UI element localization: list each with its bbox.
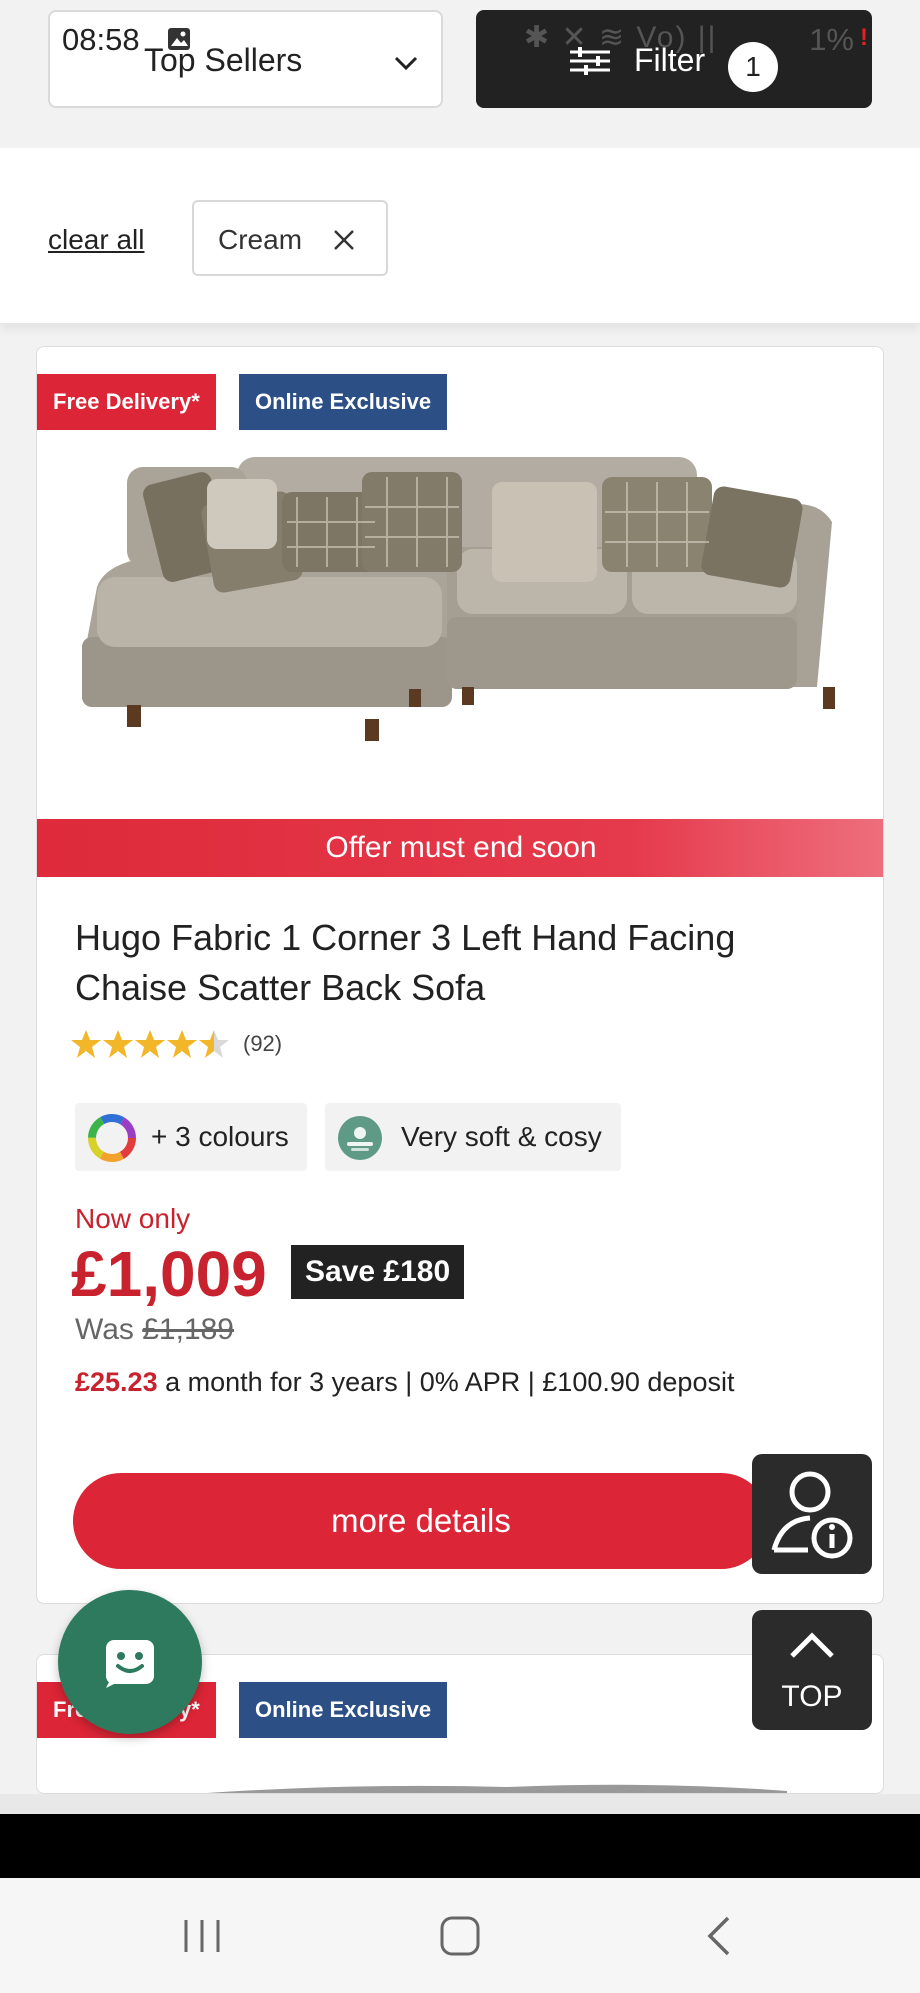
product-card[interactable]: Free Delivery* Online Exclusive Offer mu…	[36, 346, 884, 1604]
status-time: 08:58	[62, 22, 140, 57]
colours-option[interactable]: + 3 colours	[75, 1103, 307, 1171]
product-image[interactable]	[57, 437, 877, 757]
comfort-info: Very soft & cosy	[325, 1103, 621, 1171]
finance-amount: £25.23	[75, 1367, 158, 1397]
online-exclusive-badge: Online Exclusive	[239, 1682, 448, 1738]
free-delivery-badge: Free Delivery*	[37, 374, 216, 430]
now-only-label: Now only	[75, 1203, 191, 1234]
system-navigation-bar	[0, 1878, 920, 1993]
chat-smiley-icon	[106, 1640, 154, 1688]
finance-info: £25.23 a month for 3 years | 0% APR | £1…	[75, 1367, 734, 1398]
close-icon[interactable]	[332, 228, 356, 252]
current-price: £1,009	[71, 1238, 267, 1310]
comfort-icon	[338, 1116, 382, 1160]
was-prefix: Was	[75, 1313, 134, 1346]
chevron-up-icon	[790, 1632, 834, 1658]
home-icon[interactable]	[436, 1908, 484, 1964]
back-to-top-button[interactable]: TOP	[752, 1610, 872, 1730]
system-black-bar	[0, 1814, 920, 1878]
was-price-value: £1,189	[142, 1313, 234, 1346]
profile-info-icon	[771, 1471, 853, 1559]
next-product-image	[207, 1784, 787, 1793]
battery-warning-icon: !	[860, 24, 868, 51]
chip-label: Cream	[218, 224, 303, 255]
review-count[interactable]: (92)	[243, 1031, 282, 1057]
offer-banner: Offer must end soon	[37, 819, 883, 877]
comfort-label: Very soft & cosy	[401, 1121, 602, 1152]
status-icons: ✱ ✕ ≋ Vo) ||	[524, 21, 718, 54]
battery-level: 1%	[809, 22, 854, 57]
was-price: Was £1,189	[75, 1313, 234, 1347]
colours-label: + 3 colours	[151, 1121, 289, 1152]
content-end-divider	[0, 1794, 920, 1814]
colour-wheel-icon	[88, 1114, 136, 1162]
profile-info-button[interactable]	[752, 1454, 872, 1574]
filter-chip-cream[interactable]: Cream	[192, 200, 388, 276]
save-badge: Save £180	[291, 1245, 465, 1299]
online-exclusive-badge: Online Exclusive	[239, 374, 448, 430]
clear-all-link[interactable]: clear all	[48, 224, 144, 256]
applied-filters: clear all Cream	[0, 148, 920, 324]
top-label: TOP	[781, 1680, 843, 1713]
chevron-down-icon	[394, 56, 418, 71]
recent-apps-icon[interactable]	[180, 1908, 224, 1964]
top-toolbar: Top Sellers 08:58 Filter 1 ✱ ✕ ≋ Vo) || …	[0, 0, 920, 148]
star-rating	[71, 1030, 229, 1058]
filter-count-badge: 1	[728, 42, 778, 92]
product-title[interactable]: Hugo Fabric 1 Corner 3 Left Hand Facing …	[75, 913, 835, 1013]
gallery-icon	[168, 28, 190, 50]
more-details-button[interactable]: more details	[73, 1473, 769, 1569]
finance-terms: a month for 3 years | 0% APR | £100.90 d…	[157, 1367, 735, 1397]
back-icon[interactable]	[700, 1908, 740, 1964]
chat-button[interactable]	[58, 1590, 202, 1734]
